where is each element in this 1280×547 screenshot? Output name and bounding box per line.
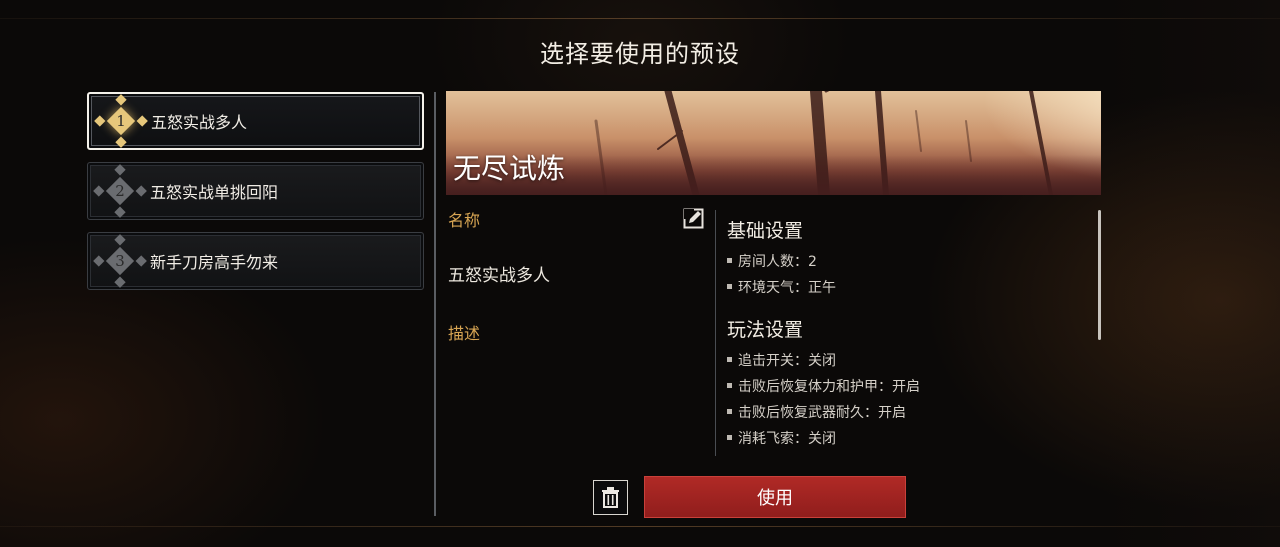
preset-label: 五怒实战多人	[151, 113, 248, 132]
mode-banner: 无尽试炼	[446, 91, 1101, 195]
description-label: 描述	[448, 324, 481, 343]
setting-item: 追击开关：关闭	[727, 348, 1087, 374]
preset-number: 2	[115, 182, 125, 200]
preset-item-1[interactable]: 1 五怒实战多人	[87, 92, 424, 150]
settings-scrollbar[interactable]	[1098, 210, 1101, 340]
preset-label: 新手刀房高手勿来	[150, 253, 279, 272]
preset-number-badge: 2	[102, 173, 138, 209]
basic-settings-title: 基础设置	[727, 220, 804, 242]
preset-item-2[interactable]: 2 五怒实战单挑回阳	[87, 162, 424, 220]
mode-title: 无尽试炼	[453, 152, 566, 185]
background-dim	[1105, 0, 1280, 547]
edit-icon[interactable]	[683, 208, 704, 229]
delete-button[interactable]	[593, 480, 628, 515]
play-settings-title: 玩法设置	[727, 319, 804, 341]
settings-panel[interactable]: 基础设置 房间人数：2 环境天气：正午 玩法设置 追击开关：关闭 击败后恢复体力…	[727, 210, 1087, 460]
use-button-label: 使用	[757, 488, 793, 509]
setting-item: 房间人数：2	[727, 249, 1087, 275]
detail-divider	[715, 210, 716, 456]
preset-number-badge: 1	[103, 103, 139, 139]
setting-item: 击败后恢复武器耐久：开启	[727, 400, 1087, 426]
use-button[interactable]: 使用	[644, 476, 906, 518]
name-label: 名称	[448, 211, 481, 230]
panel-divider	[434, 92, 436, 516]
preset-label: 五怒实战单挑回阳	[150, 183, 279, 202]
bottom-divider	[0, 526, 1280, 527]
preset-number: 1	[116, 112, 126, 130]
top-divider	[0, 18, 1280, 19]
dialog-title: 选择要使用的预设	[540, 40, 740, 68]
preset-item-3[interactable]: 3 新手刀房高手勿来	[87, 232, 424, 290]
trash-icon	[602, 487, 619, 508]
setting-item: 消耗飞索：关闭	[727, 426, 1087, 452]
setting-item: 环境天气：正午	[727, 275, 1087, 301]
preset-number: 3	[115, 252, 125, 270]
preset-name-value: 五怒实战多人	[448, 266, 550, 286]
preset-number-badge: 3	[102, 243, 138, 279]
setting-item: 击败后恢复体力和护甲：开启	[727, 374, 1087, 400]
